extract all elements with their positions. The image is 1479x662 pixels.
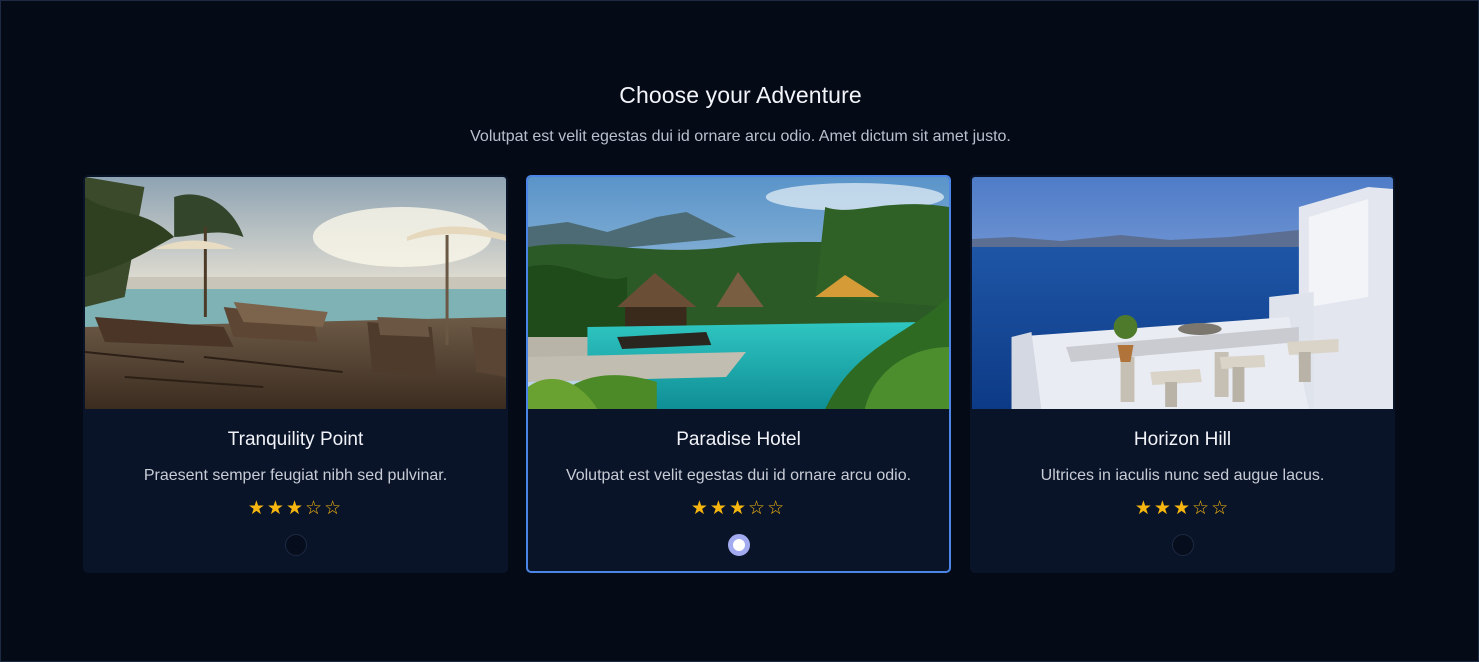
star-filled-icon: ★ bbox=[285, 498, 306, 519]
card-description: Volutpat est velit egestas dui id ornare… bbox=[565, 467, 912, 484]
star-outline-icon: ☆ bbox=[305, 498, 325, 519]
star-rating: ★★★☆☆ bbox=[85, 499, 506, 518]
card-photo-tropical-pool bbox=[528, 177, 949, 409]
card-description: Praesent semper feugiat nibh sed pulvina… bbox=[143, 467, 448, 484]
star-outline-icon: ☆ bbox=[1192, 498, 1212, 519]
star-rating: ★★★☆☆ bbox=[972, 499, 1393, 518]
section-subheading: Volutpat est velit egestas dui id ornare… bbox=[470, 128, 1011, 145]
card-photo-sea-terrace bbox=[972, 177, 1393, 409]
star-filled-icon: ★ bbox=[266, 498, 286, 519]
adventure-card-tranquility-point[interactable]: Tranquility Point Praesent semper feugia… bbox=[83, 175, 508, 573]
star-filled-icon: ★ bbox=[728, 498, 749, 519]
select-radio[interactable] bbox=[284, 534, 307, 556]
adventure-card-paradise-hotel[interactable]: Paradise Hotel Volutpat est velit egesta… bbox=[526, 175, 951, 573]
card-photo-pool-deck bbox=[85, 177, 506, 409]
star-filled-icon: ★ bbox=[1172, 498, 1193, 519]
section-heading: Choose your Adventure bbox=[619, 82, 862, 108]
star-outline-icon: ☆ bbox=[324, 498, 344, 519]
select-radio[interactable] bbox=[1171, 534, 1194, 556]
star-outline-icon: ☆ bbox=[748, 498, 768, 519]
star-rating: ★★★☆☆ bbox=[528, 499, 949, 518]
star-filled-icon: ★ bbox=[247, 498, 267, 519]
star-outline-icon: ☆ bbox=[1211, 498, 1231, 519]
adventure-section: Choose your Adventure Volutpat est velit… bbox=[0, 0, 1479, 662]
star-filled-icon: ★ bbox=[709, 498, 729, 519]
card-description: Ultrices in iaculis nunc sed augue lacus… bbox=[1040, 467, 1325, 484]
card-title: Horizon Hill bbox=[1133, 429, 1232, 450]
star-filled-icon: ★ bbox=[690, 498, 710, 519]
star-filled-icon: ★ bbox=[1153, 498, 1173, 519]
star-filled-icon: ★ bbox=[1134, 498, 1154, 519]
star-outline-icon: ☆ bbox=[767, 498, 787, 519]
adventure-card-horizon-hill[interactable]: Horizon Hill Ultrices in iaculis nunc se… bbox=[970, 175, 1395, 573]
card-title: Tranquility Point bbox=[227, 429, 364, 450]
select-radio[interactable] bbox=[727, 534, 750, 556]
card-title: Paradise Hotel bbox=[676, 429, 801, 450]
